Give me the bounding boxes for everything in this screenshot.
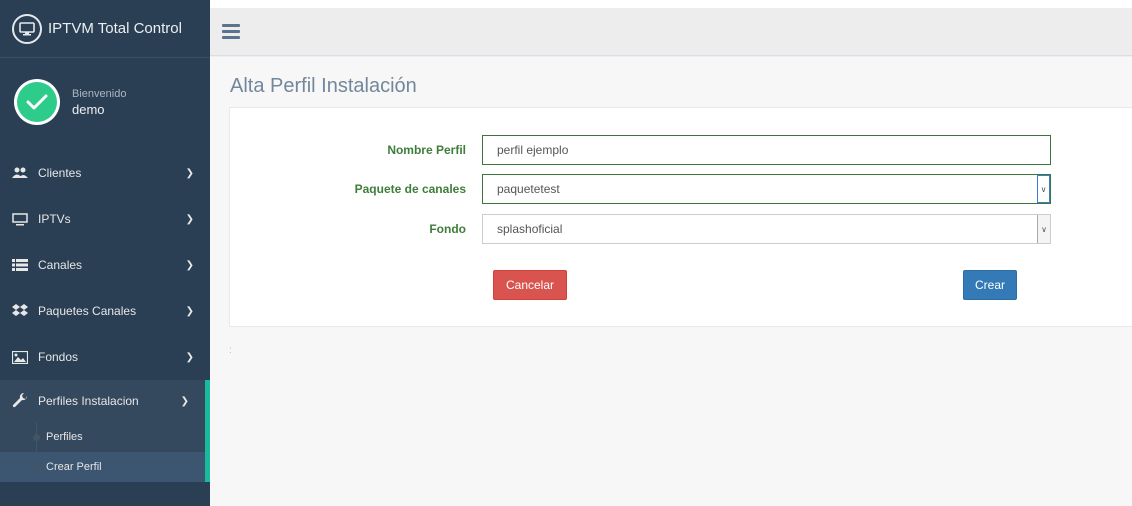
chevron-down-icon[interactable]: ∨ (1037, 175, 1050, 203)
chevron-down-icon: ❯ (185, 213, 194, 225)
fondo-label: Fondo (429, 222, 466, 236)
top-nav (210, 8, 1132, 56)
main-content: Alta Perfil Instalación Nombre Perfil pe… (210, 57, 1132, 506)
submenu-item-perfiles[interactable]: Perfiles (0, 422, 205, 452)
form-row-paquete: Paquete de canales paquetetest ∨ (230, 174, 1051, 204)
submenu-item-crear-perfil[interactable]: Crear Perfil (0, 452, 205, 482)
dropbox-icon (12, 304, 34, 318)
users-icon (12, 167, 34, 179)
form-row-fondo: Fondo splashoficial ∨ (230, 214, 1051, 244)
sidebar-item-label: Canales (38, 258, 83, 272)
chevron-down-icon[interactable]: ∨ (1037, 215, 1050, 243)
page-title: Alta Perfil Instalación (230, 75, 417, 97)
sidebar-item-label: Perfiles Instalacion (38, 394, 139, 408)
sidebar-item-iptvs[interactable]: IPTVs ❯ (0, 196, 210, 242)
chevron-down-icon: ❯ (185, 167, 194, 179)
username: demo (72, 101, 105, 117)
user-profile: Bienvenido demo (0, 58, 210, 146)
sidebar-item-paquetes-canales[interactable]: Paquetes Canales ❯ (0, 288, 210, 334)
chevron-down-icon: ❯ (180, 395, 189, 407)
app-title: IPTVM Total Control (48, 20, 182, 37)
form-row-nombre: Nombre Perfil perfil ejemplo (230, 135, 1051, 165)
submenu-item-label: Perfiles (46, 431, 83, 443)
paquete-canales-value: paquetetest (497, 182, 560, 196)
divider-mark: : (229, 345, 232, 356)
cancel-button[interactable]: Cancelar (493, 270, 567, 300)
wrench-icon (12, 393, 34, 409)
paquete-canales-select[interactable]: paquetetest ∨ (482, 174, 1051, 204)
sidebar-item-fondos[interactable]: Fondos ❯ (0, 334, 210, 380)
sidebar-menu: Clientes ❯ IPTVs ❯ Canales ❯ Paquetes Ca… (0, 150, 210, 482)
sidebar-item-label: Paquetes Canales (38, 304, 137, 318)
sidebar-item-perfiles-instalacion[interactable]: Perfiles Instalacion ❯ (0, 380, 210, 422)
paquete-canales-label: Paquete de canales (354, 182, 466, 196)
bullet-icon (33, 433, 40, 441)
image-icon (12, 350, 34, 364)
chevron-down-icon: ❯ (185, 259, 194, 271)
sidebar-item-label: Fondos (38, 350, 79, 364)
bullet-icon (33, 463, 40, 471)
brand[interactable]: IPTVM Total Control (0, 0, 210, 58)
monitor-icon (12, 13, 42, 44)
sidebar-item-label: Clientes (38, 166, 82, 180)
sidebar-item-clientes[interactable]: Clientes ❯ (0, 150, 210, 196)
monitor-icon (12, 212, 34, 226)
nombre-perfil-value: perfil ejemplo (497, 143, 569, 157)
avatar (14, 79, 60, 125)
sidebar-item-canales[interactable]: Canales ❯ (0, 242, 210, 288)
nombre-perfil-input[interactable]: perfil ejemplo (482, 135, 1051, 165)
chevron-down-icon: ❯ (185, 305, 194, 317)
list-icon (12, 259, 34, 271)
menu-toggle-icon[interactable] (222, 24, 240, 39)
nombre-perfil-label: Nombre Perfil (387, 143, 466, 157)
top-strip (210, 0, 1132, 8)
create-button[interactable]: Crear (963, 270, 1017, 300)
chevron-down-icon: ❯ (185, 351, 194, 363)
fondo-select[interactable]: splashoficial ∨ (482, 214, 1051, 244)
submenu-perfiles: Perfiles Crear Perfil (0, 422, 210, 482)
form-panel: Nombre Perfil perfil ejemplo Paquete de … (229, 107, 1132, 327)
sidebar-item-label: IPTVs (38, 212, 71, 226)
check-circle-icon (17, 82, 57, 122)
submenu-item-label: Crear Perfil (46, 461, 102, 473)
fondo-value: splashoficial (497, 222, 563, 236)
welcome-text: Bienvenido (72, 87, 127, 100)
sidebar: IPTVM Total Control Bienvenido demo Clie… (0, 0, 210, 506)
